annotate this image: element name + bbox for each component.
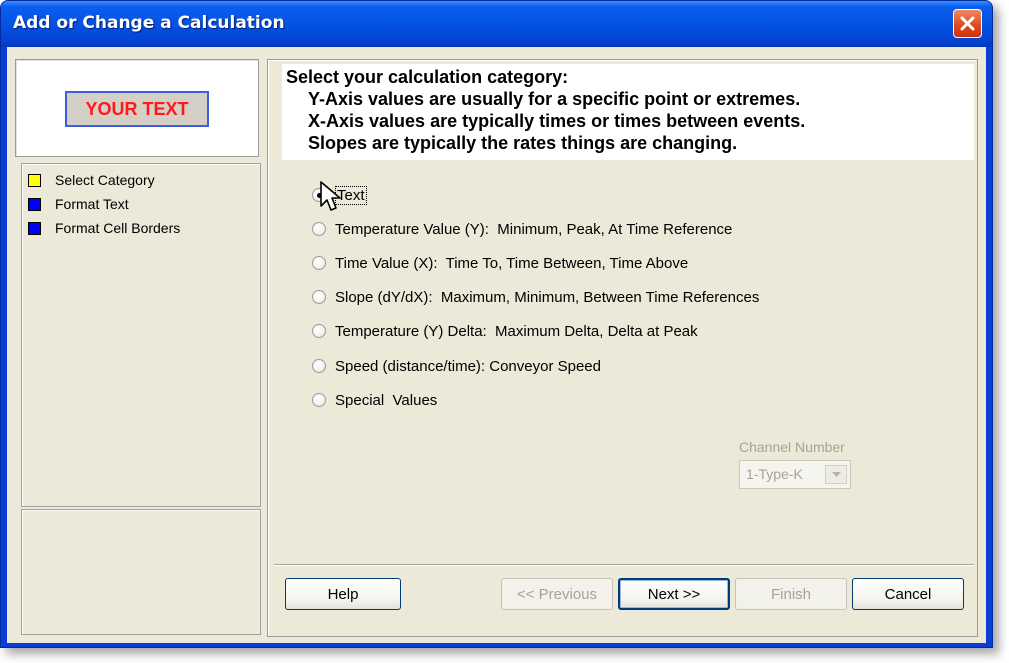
close-icon <box>960 16 975 31</box>
radio-button[interactable] <box>312 393 326 407</box>
title-bar[interactable]: Add or Change a Calculation <box>1 1 992 47</box>
instructions-heading: Select your calculation category: <box>286 67 569 87</box>
preview-panel: YOUR TEXT <box>15 59 259 157</box>
dialog-window: Add or Change a Calculation YOUR TEXT Se… <box>0 0 993 648</box>
close-button[interactable] <box>953 9 982 38</box>
category-panel: Select your calculation category: Y-Axis… <box>267 59 978 637</box>
preview-text: YOUR TEXT <box>65 91 209 127</box>
step-format-text: Format Text <box>28 194 129 214</box>
radio-label: Speed (distance/time): Conveyor Speed <box>335 357 601 375</box>
previous-button[interactable]: << Previous <box>501 578 613 610</box>
step-select-category: Select Category <box>28 170 155 190</box>
radio-category-time-value[interactable]: Time Value (X): Time To, Time Between, T… <box>312 252 688 274</box>
radio-button[interactable] <box>312 359 326 373</box>
empty-info-panel <box>21 509 261 635</box>
radio-label: Special Values <box>335 391 438 409</box>
instructions-line: X-Axis values are typically times or tim… <box>308 111 806 131</box>
step-label: Select Category <box>55 172 155 188</box>
radio-label: Temperature Value (Y): Minimum, Peak, At… <box>335 220 733 238</box>
step-status-indicator <box>28 221 41 235</box>
window-title: Add or Change a Calculation <box>13 13 285 33</box>
chevron-down-icon <box>831 471 841 477</box>
radio-category-temperature-value[interactable]: Temperature Value (Y): Minimum, Peak, At… <box>312 218 732 240</box>
cancel-button[interactable]: Cancel <box>852 578 964 610</box>
instructions-line: Slopes are typically the rates things ar… <box>308 133 738 153</box>
next-button[interactable]: Next >> <box>618 578 730 610</box>
dropdown-button[interactable] <box>825 465 847 484</box>
step-status-indicator <box>28 197 41 211</box>
radio-category-speed[interactable]: Speed (distance/time): Conveyor Speed <box>312 355 601 377</box>
radio-label: Slope (dY/dX): Maximum, Minimum, Between… <box>335 288 760 306</box>
step-status-indicator <box>28 173 41 187</box>
radio-button[interactable] <box>312 324 326 338</box>
radio-button[interactable] <box>312 290 326 304</box>
instructions-line: Y-Axis values are usually for a specific… <box>308 89 801 109</box>
radio-category-slope[interactable]: Slope (dY/dX): Maximum, Minimum, Between… <box>312 286 759 308</box>
finish-button[interactable]: Finish <box>735 578 847 610</box>
cursor-arrow-icon <box>320 181 341 211</box>
radio-button[interactable] <box>312 256 326 270</box>
channel-number-select[interactable]: 1-Type-K <box>739 460 851 489</box>
radio-category-temperature-delta[interactable]: Temperature (Y) Delta: Maximum Delta, De… <box>312 320 698 342</box>
channel-number-value: 1-Type-K <box>746 466 803 482</box>
step-format-cell-borders: Format Cell Borders <box>28 218 180 238</box>
radio-label: Time Value (X): Time To, Time Between, T… <box>335 254 689 272</box>
step-label: Format Text <box>55 196 129 212</box>
wizard-button-bar: Help << Previous Next >> Finish Cancel <box>274 564 974 634</box>
radio-button[interactable] <box>312 222 326 236</box>
steps-panel: Select Category Format Text Format Cell … <box>21 163 261 507</box>
radio-category-special-values[interactable]: Special Values <box>312 389 437 411</box>
radio-label: Temperature (Y) Delta: Maximum Delta, De… <box>335 322 698 340</box>
help-button[interactable]: Help <box>285 578 401 610</box>
channel-number-label: Channel Number <box>739 439 845 455</box>
instructions-box: Select your calculation category: Y-Axis… <box>282 64 974 160</box>
dialog-client-area: YOUR TEXT Select Category Format Text Fo… <box>7 47 986 643</box>
step-label: Format Cell Borders <box>55 220 181 236</box>
